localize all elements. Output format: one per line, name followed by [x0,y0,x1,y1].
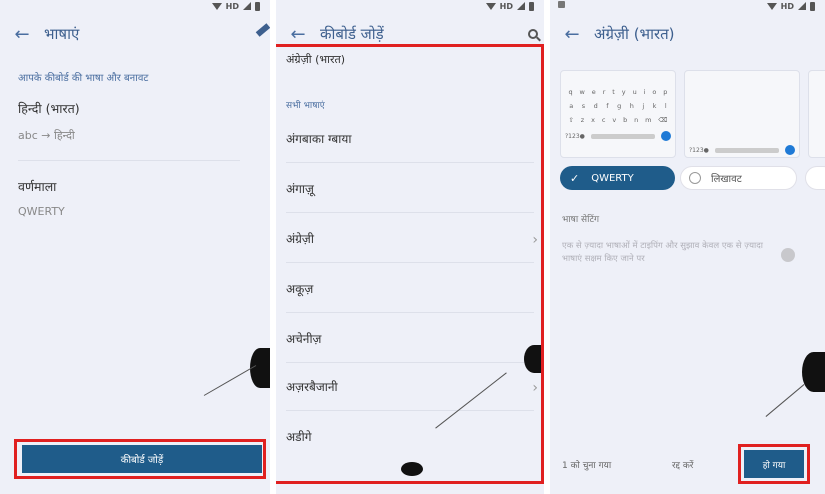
back-arrow-icon[interactable]: ← [276,24,320,45]
script-value: QWERTY [18,205,65,218]
app-bar: ← भाषाएं [0,14,270,54]
network-type: HD [225,1,239,11]
status-bar: HD [276,0,544,12]
page-title: अंग्रेज़ी (भारत) [594,25,675,43]
layout-selected-label: QWERTY [591,172,634,184]
battery-icon [529,1,534,11]
cancel-button[interactable]: रद्द करें [672,458,694,471]
keyboard-row: asdfghjkl [569,102,667,110]
screen-crack [250,348,270,388]
settings-label: भाषा सेटिंग [562,215,600,225]
keyboard-bottom-row: ?123 ● [565,131,671,141]
selected-count: 1 को चुना गया [562,461,612,471]
space-key [590,133,655,139]
back-arrow-icon[interactable]: ← [0,24,44,45]
layout-chip-qwerty[interactable]: ✓ QWERTY [560,166,675,190]
symbols-key: ?123 [689,146,704,154]
signal-icon [517,2,525,10]
enter-key-icon [785,145,795,155]
status-bar: HD [0,0,270,12]
wifi-icon [211,2,222,10]
network-type: HD [780,1,794,11]
backspace-icon: ⌫ [658,116,668,124]
add-keyboard-screen: HD ← कीबोर्ड जोड़ें अंग्रेज़ी (भारत) सभी… [276,0,544,494]
handwriting-area [689,85,795,127]
section-label: आपके कीबोर्ड की भाषा और बनावट [18,73,149,84]
battery-icon [255,1,260,11]
keyboard-row: qwertyuiop [568,88,668,96]
status-bar: HD [550,0,825,12]
highlight-box [14,439,266,479]
highlight-box [738,444,810,484]
keyboard-preview-qwerty[interactable]: qwertyuiop asdfghjkl ⇧ z x c v b n m ⌫ ?123 ● [560,70,676,158]
globe-icon: ● [579,132,585,140]
highlight-box [276,44,544,484]
multilingual-toggle[interactable] [781,248,795,262]
layout-other-label: लिखावट [711,174,742,185]
globe-icon: ● [703,146,709,154]
radio-icon [689,172,701,184]
screen-crack [802,352,825,392]
settings-description: एक से ज़्यादा भाषाओं में टाइपिंग और सुझा… [562,241,763,264]
back-arrow-icon[interactable]: ← [550,24,594,45]
battery-icon [810,1,815,11]
keyboard-row: ⇧ z x c v b n m ⌫ [568,116,668,124]
app-bar: ← अंग्रेज़ी (भारत) [550,14,825,54]
languages-screen: HD ← भाषाएं आपके कीबोर्ड की भाषा और बनाव… [0,0,270,494]
enter-key-icon [661,131,671,141]
shift-icon: ⇧ [568,116,574,124]
keyboard-preview-handwriting[interactable]: ?123 ● [684,70,800,158]
search-icon[interactable] [528,29,538,39]
language-detail-screen: HD ← अंग्रेज़ी (भारत) qwertyuiop asdfghj… [550,0,825,494]
check-icon: ✓ [570,171,580,185]
signal-icon [243,2,251,10]
keyboard-preview-partial[interactable] [808,70,825,158]
script-label[interactable]: वर्णमाला [18,178,56,195]
network-type: HD [499,1,513,11]
symbols-key: ?123 [565,132,580,140]
keyboard-bottom-row: ?123 ● [689,145,795,155]
divider [18,160,240,161]
page-title: कीबोर्ड जोड़ें [320,25,384,43]
language-name[interactable]: हिन्दी (भारत) [18,100,80,117]
wifi-icon [485,2,496,10]
layout-chip-handwriting[interactable]: लिखावट [680,166,797,190]
language-sub: abc → हिन्दी [18,129,75,142]
page-title: भाषाएं [44,25,80,43]
notification-icon [558,1,565,8]
space-key [714,147,779,153]
layout-chip-partial[interactable] [805,166,825,190]
screen-crack [203,365,257,396]
wifi-icon [766,2,777,10]
screen-crack [765,384,805,417]
signal-icon [798,2,806,10]
